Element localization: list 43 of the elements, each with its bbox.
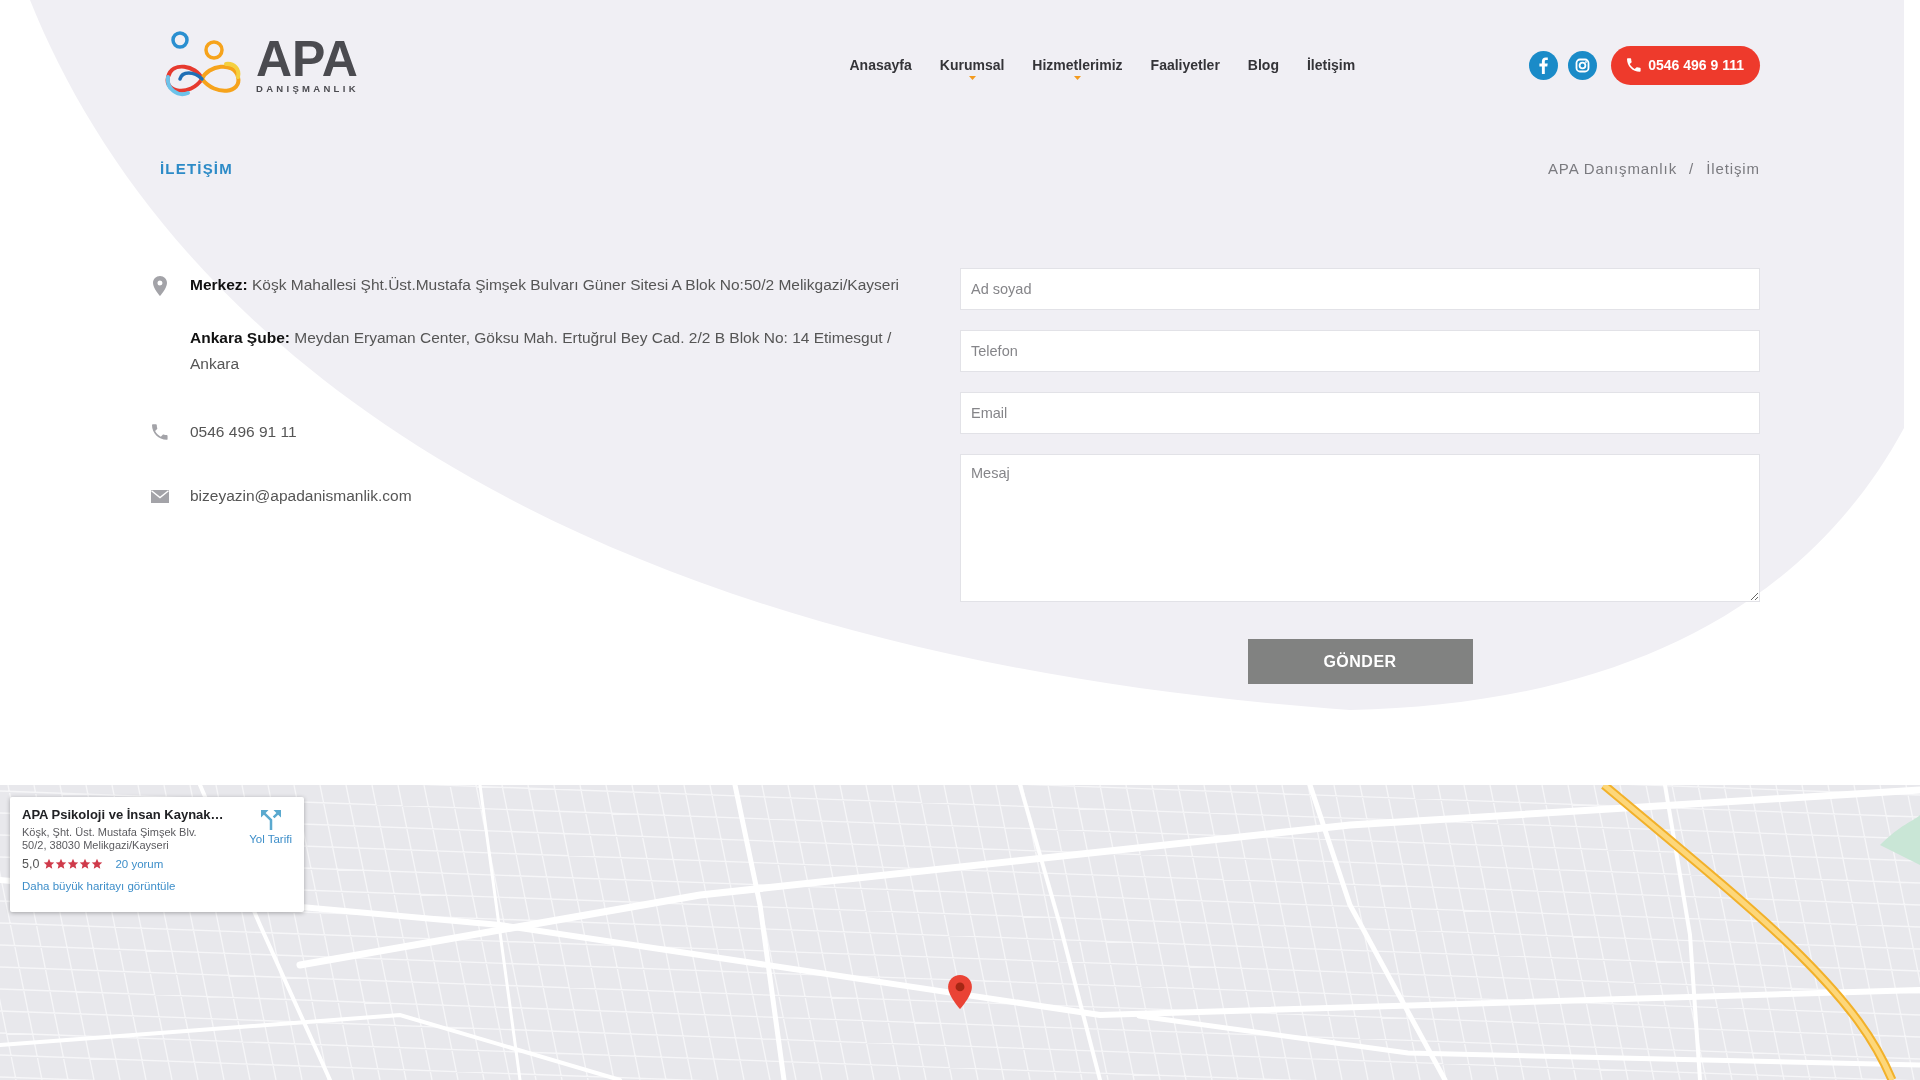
instagram-icon[interactable] bbox=[1568, 50, 1598, 80]
star-icon bbox=[91, 858, 104, 870]
breadcrumb-link[interactable]: APA Danışmanlık bbox=[1547, 159, 1678, 177]
place-address: Köşk, Şht. Üst. Mustafa Şimşek Blv. 50/2, 38030 Melikgazi/Kayseri bbox=[22, 826, 198, 852]
nav-link[interactable]: Hizmetlerimiz bbox=[1032, 57, 1123, 81]
phone-icon bbox=[1627, 58, 1642, 72]
star-icon bbox=[67, 858, 80, 870]
phone-icon bbox=[152, 423, 168, 441]
message-field[interactable]: Mesaj bbox=[960, 454, 1760, 602]
caret-icon bbox=[1073, 76, 1081, 80]
facebook-icon[interactable] bbox=[1529, 50, 1559, 80]
nav-link[interactable]: İletişim bbox=[1306, 57, 1356, 81]
directions-icon bbox=[260, 810, 281, 830]
phone-number: 0546 496 91 11 bbox=[190, 422, 297, 442]
email-link[interactable]: bizeyazin@apadanismanlik.com bbox=[190, 487, 412, 504]
input-field[interactable]: Ad soyad bbox=[960, 268, 1760, 310]
star-icon bbox=[43, 858, 56, 870]
submit-button[interactable]: GÖNDER bbox=[1247, 639, 1473, 684]
rating-value: 5,0 bbox=[22, 857, 40, 871]
breadcrumb-current: İletişim bbox=[1706, 159, 1760, 177]
phone-button[interactable]: 0546 496 9 111 bbox=[1611, 45, 1760, 85]
nav-link[interactable]: Faaliyetler bbox=[1150, 57, 1220, 81]
star-icon bbox=[55, 858, 68, 870]
address-text: Merkez: Köşk Mahallesi Şht.Üst.Mustafa Şimşek Bulvarı Güner Sitesi A Blok No:50/2 Melikgazi/Kayseri bbox=[190, 275, 900, 295]
nav-link[interactable]: Blog bbox=[1247, 57, 1279, 81]
larger-map-link[interactable]: Daha büyük haritayı görüntüle bbox=[22, 880, 224, 892]
page-title: İLETİŞİM bbox=[160, 159, 233, 177]
address-text: Ankara Şube: Meydan Eryaman Center, Göksu Mah. Ertuğrul Bey Cad. 2/2 B Blok No: 14 Etimesgut / Ankara bbox=[190, 328, 893, 374]
logo-title[interactable]: APA bbox=[256, 36, 359, 81]
location-pin-icon[interactable] bbox=[948, 975, 972, 1009]
input-field[interactable]: Email bbox=[960, 392, 1760, 434]
place-title: APA Psikoloji ve İnsan Kaynak… bbox=[22, 807, 224, 822]
directions-link[interactable]: Yol Tarifi bbox=[249, 807, 292, 902]
envelope-icon bbox=[151, 490, 169, 503]
star-icon bbox=[79, 858, 92, 870]
nav-link[interactable]: Anasayfa bbox=[849, 57, 912, 81]
logo-subtitle: DANIŞMANLIK bbox=[256, 82, 359, 94]
breadcrumb-separator: / bbox=[1689, 159, 1695, 177]
nav-link[interactable]: Kurumsal bbox=[939, 57, 1005, 81]
reviews-link[interactable]: 20 yorum bbox=[115, 858, 164, 870]
input-field[interactable]: Telefon bbox=[960, 330, 1760, 372]
location-pin-icon bbox=[153, 276, 167, 296]
caret-icon bbox=[968, 76, 976, 80]
